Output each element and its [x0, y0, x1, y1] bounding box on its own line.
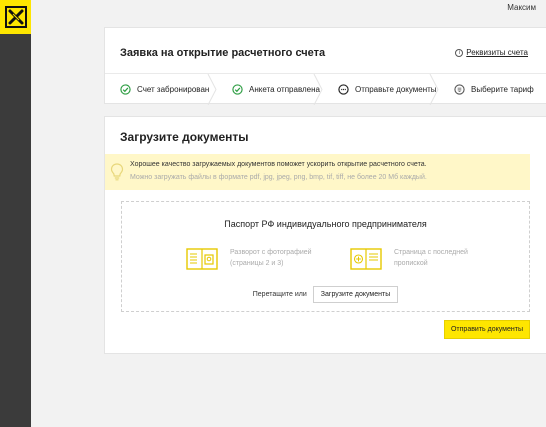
dots-circle-icon — [338, 84, 349, 95]
step-label: Анкета отправлена — [249, 85, 320, 94]
section-title: Загрузите документы — [120, 130, 249, 144]
step-separator — [429, 74, 439, 105]
step-account-reserved: Счет забронирован — [105, 74, 217, 105]
info-icon: i — [455, 48, 464, 57]
doc-registration-label: Страница с последней пропиской — [394, 249, 468, 267]
upload-documents-card: Загрузите документы Хорошее качество заг… — [104, 116, 546, 354]
drag-text: Перетащите или — [252, 291, 307, 298]
left-rail — [0, 0, 31, 427]
page-title: Заявка на открытие расчетного счета — [120, 47, 326, 59]
check-circle-icon — [232, 84, 243, 95]
document-registration-page: Страница с последней пропиской — [350, 247, 484, 271]
tariff-circle-icon — [454, 84, 465, 95]
passport-spread-icon — [186, 248, 218, 270]
step-label: Выберите тариф — [471, 85, 534, 94]
top-bar: Максим — [31, 0, 546, 16]
step-label: Счет забронирован — [137, 85, 210, 94]
user-name[interactable]: Максим — [507, 3, 536, 12]
requisites-link[interactable]: i Реквизиты счета — [455, 48, 528, 57]
application-header-card: Заявка на открытие расчетного счета i Ре… — [104, 27, 546, 105]
brand-logo[interactable] — [0, 0, 31, 34]
requisites-label: Реквизиты счета — [466, 48, 528, 57]
upload-documents-button[interactable]: Загрузите документы — [312, 286, 399, 303]
lightbulb-icon — [110, 163, 124, 181]
dropzone-title: Паспорт РФ индивидуального предпринимате… — [224, 219, 427, 229]
raiffeisen-logo-icon — [4, 6, 27, 28]
step-choose-tariff: Выберите тариф — [439, 74, 546, 105]
drag-or-upload-row: Перетащите или Загрузите документы — [122, 286, 529, 303]
step-form-sent: Анкета отправлена — [217, 74, 323, 105]
step-send-documents: Отправьте документы — [323, 74, 439, 105]
step-separator — [313, 74, 323, 105]
notice-line-formats: Можно загружать файлы в формате pdf, jpg… — [130, 174, 427, 181]
check-circle-icon — [120, 84, 131, 95]
step-separator — [207, 74, 217, 105]
file-dropzone[interactable]: Паспорт РФ индивидуального предпринимате… — [121, 201, 530, 312]
send-documents-button[interactable]: Отправить документы — [444, 320, 530, 339]
document-photo-spread: Разворот с фотографией (страницы 2 и 3) — [186, 247, 320, 271]
notice-line-quality: Хорошее качество загружаемых документов … — [130, 161, 427, 168]
step-label: Отправьте документы — [355, 85, 437, 94]
progress-steps: Счет забронирован Анкета отправлена Отпр… — [105, 74, 546, 105]
doc-photo-label: Разворот с фотографией (страницы 2 и 3) — [230, 249, 312, 267]
passport-registration-icon — [350, 248, 382, 270]
info-notice: Хорошее качество загружаемых документов … — [105, 154, 530, 190]
